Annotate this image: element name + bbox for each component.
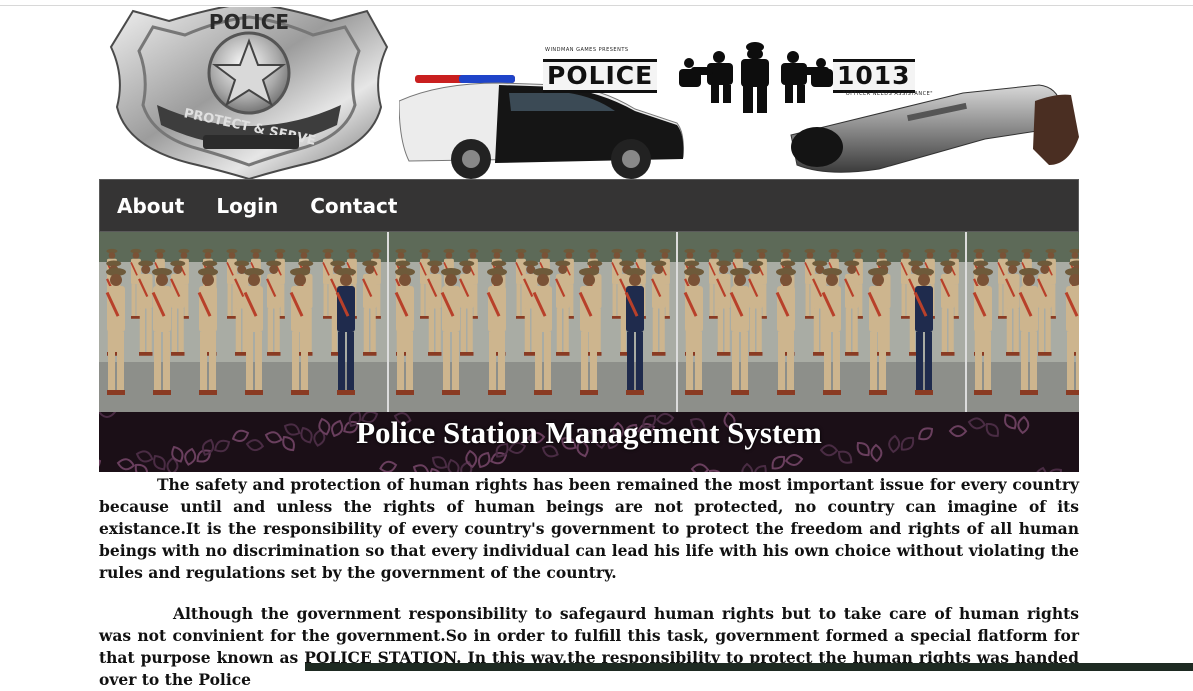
logo-presents-text: WINDMAN GAMES PRESENTS <box>545 47 629 53</box>
header-banner: POLICE PROTECT & SERVE WINDMAN GAMES PRE… <box>99 7 1079 179</box>
badge-top-text: POLICE <box>209 10 289 34</box>
nav-link-about[interactable]: About <box>117 194 184 218</box>
title-banner: Police Station Management System <box>99 412 1079 472</box>
nav-link-contact[interactable]: Contact <box>310 194 397 218</box>
browser-top-edge <box>0 0 1193 6</box>
logo-word-police: POLICE <box>543 59 658 93</box>
main-content: The safety and protection of human right… <box>99 474 1079 691</box>
main-navbar: About Login Contact <box>99 179 1079 232</box>
nav-link-login[interactable]: Login <box>216 194 278 218</box>
handgun-icon <box>790 84 1079 173</box>
intro-paragraph-2: Although the government responsibility t… <box>99 604 1079 689</box>
page-container: POLICE PROTECT & SERVE WINDMAN GAMES PRE… <box>99 7 1079 691</box>
page-bottom-strip <box>305 663 1193 671</box>
police-parade-illustration <box>99 232 1079 412</box>
police-parade-image <box>99 232 1079 412</box>
site-title: Police Station Management System <box>356 415 822 450</box>
police-badge-icon: POLICE PROTECT & SERVE <box>109 7 389 179</box>
intro-paragraph-1: The safety and protection of human right… <box>99 475 1079 582</box>
